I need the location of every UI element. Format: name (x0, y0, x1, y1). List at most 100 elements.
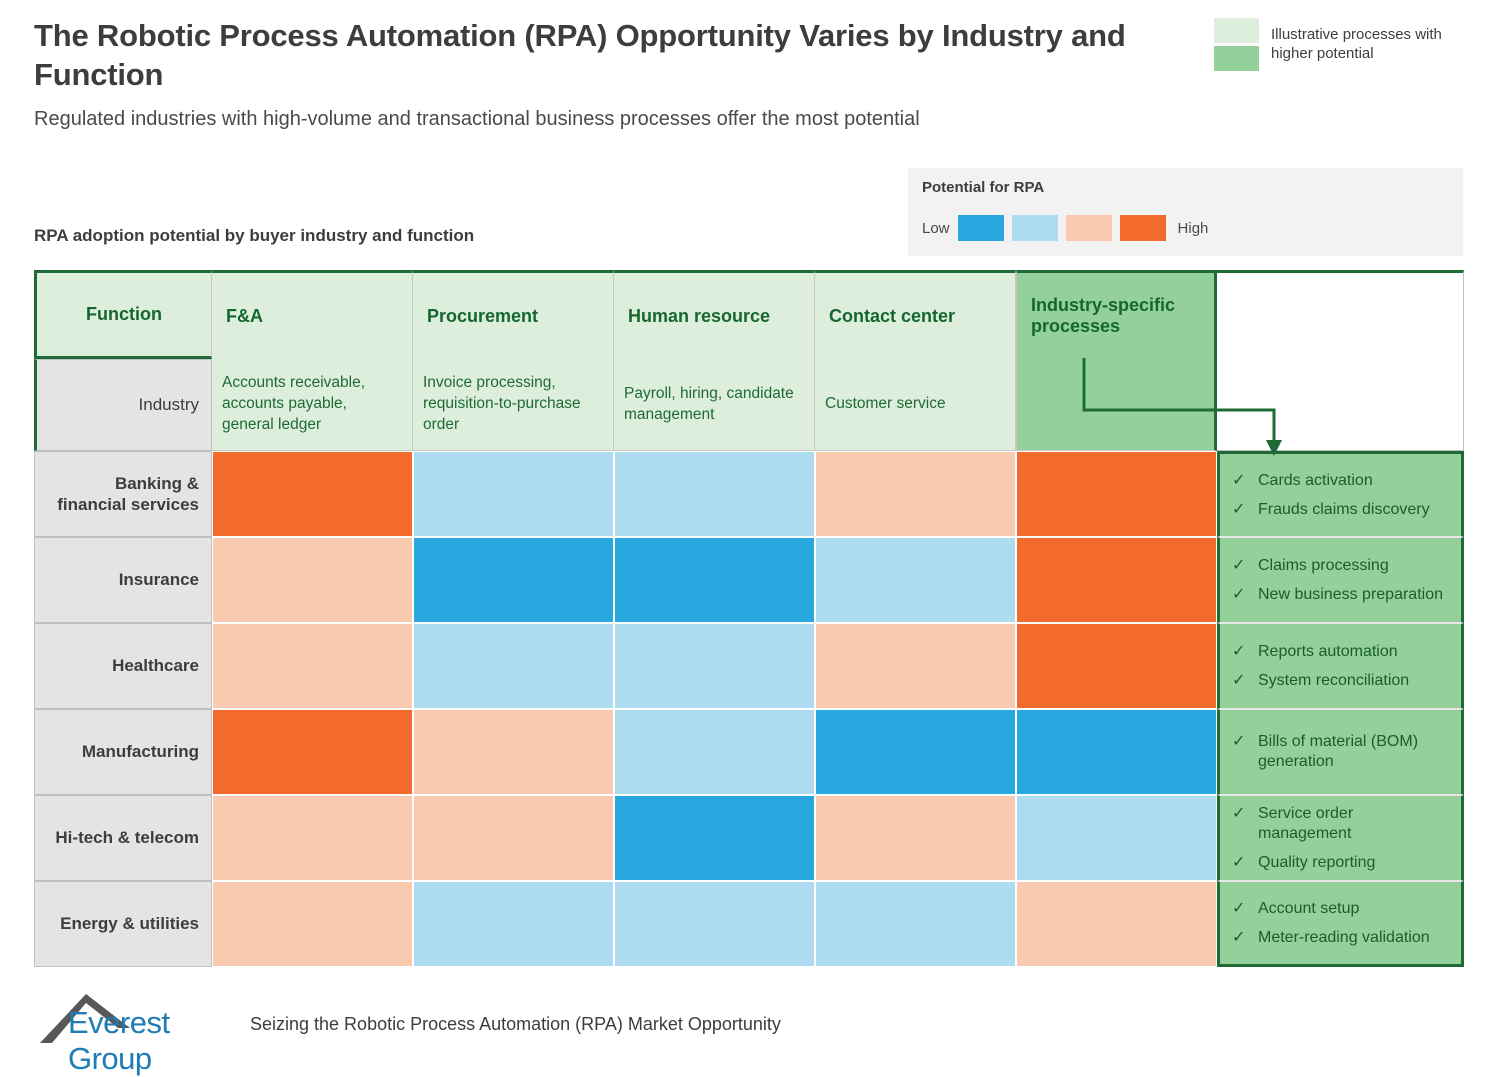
check-icon: ✓ (1232, 556, 1246, 574)
footer-caption: Seizing the Robotic Process Automation (… (250, 1014, 781, 1034)
heat-cell-r3-c4 (1016, 709, 1217, 795)
heat-cell-r3-c2 (614, 709, 815, 795)
legend-swatch-very-low (957, 215, 1004, 241)
heat-cell-r1-c1 (413, 537, 614, 623)
column-header-procurement: Procurement (413, 270, 614, 359)
industry-process-isp (1016, 359, 1217, 451)
process-list-item: ✓ Service order management (1232, 804, 1449, 844)
process-list-row-0: ✓ Cards activation ✓ Frauds claims discover… (1217, 451, 1464, 537)
column-header-isp: Industry-specific processes (1016, 270, 1217, 359)
check-icon: ✓ (1232, 671, 1246, 689)
legend-illustrative: Illustrative processes with higher poten… (1214, 8, 1464, 80)
heat-cell-r4-c0 (212, 795, 413, 881)
heat-cell-r3-c1 (413, 709, 614, 795)
process-list-item-label: Quality reporting (1258, 853, 1376, 871)
industry-process-procurement: Invoice processing, requisition-to-purch… (413, 359, 614, 451)
heat-cell-r4-c1 (413, 795, 614, 881)
heat-cell-r0-c1 (413, 451, 614, 537)
heat-cell-r2-c2 (614, 623, 815, 709)
heat-cell-r1-c3 (815, 537, 1016, 623)
process-list-item: ✓ Cards activation (1232, 471, 1449, 491)
process-list-item-label: System reconciliation (1258, 671, 1410, 689)
legend-swatch-light-green (1214, 17, 1259, 43)
heat-cell-r0-c0 (212, 451, 413, 537)
process-list-item-label: Reports automation (1258, 642, 1398, 660)
check-icon: ✓ (1232, 899, 1246, 917)
process-list-item-label: Cards activation (1258, 471, 1373, 489)
heat-cell-r1-c0 (212, 537, 413, 623)
column-header-label: Industry-specific processes (1031, 295, 1176, 336)
heat-cell-r1-c4 (1016, 537, 1217, 623)
legend-swatch-medium-green (1214, 45, 1259, 71)
process-list-item-label: Claims processing (1258, 556, 1389, 574)
legend-swatch-low (1011, 215, 1058, 241)
industry-process-text: Invoice processing, requisition-to-purch… (423, 374, 581, 433)
process-list-row-1: ✓ Claims processing ✓ New business preparat… (1217, 537, 1464, 623)
process-list-item: ✓ System reconciliation (1232, 671, 1449, 691)
row-label-healthcare: Healthcare (34, 623, 212, 709)
column-header-hr: Human resource (614, 270, 815, 359)
row-label-industry: Industry (34, 359, 212, 451)
heat-cell-r3-c0 (212, 709, 413, 795)
check-icon: ✓ (1232, 585, 1246, 603)
footer: Everest Group Seizing the Robotic Proces… (38, 988, 938, 1076)
section-label: RPA adoption potential by buyer industry… (34, 226, 475, 245)
legend-panel: Potential for RPA Low High (908, 168, 1463, 256)
page-subtitle: Regulated industries with high-volume an… (34, 108, 920, 130)
logo-wordmark: Everest Group (68, 1005, 170, 1076)
column-header-function: Function (34, 270, 212, 359)
process-list-item-label: Service order management (1258, 804, 1354, 842)
legend-swatch-high (1119, 215, 1166, 241)
process-list-row-2: ✓ Reports automation ✓ System reconciliatio… (1217, 623, 1464, 709)
heat-cell-r3-c3 (815, 709, 1016, 795)
industry-process-text: Customer service (825, 395, 946, 413)
process-list-item: ✓ Claims processing (1232, 556, 1449, 576)
process-list-item-label: New business preparation (1258, 585, 1443, 603)
process-list-item-label: Account setup (1258, 899, 1360, 917)
process-list-item: ✓ Quality reporting (1232, 853, 1449, 873)
legend-swatch-medium (1065, 215, 1112, 241)
legend-high-label: High (1177, 219, 1209, 237)
column-header-contact: Contact center (815, 270, 1016, 359)
heat-cell-r0-c3 (815, 451, 1016, 537)
column-header-label: Contact center (829, 305, 956, 326)
row-label-hi-tech-telecom: Hi-tech & telecom (34, 795, 212, 881)
industry-process-contact: Customer service (815, 359, 1016, 451)
column-header-label: Procurement (427, 305, 539, 326)
check-icon: ✓ (1232, 928, 1246, 946)
check-icon: ✓ (1232, 733, 1246, 750)
industry-process-hr: Payroll, hiring, candidate management (614, 359, 815, 451)
industry-process-text: Payroll, hiring, candidate management (624, 384, 794, 423)
process-list-item: ✓ Meter-reading validation (1232, 928, 1449, 948)
process-list-item: ✓ Frauds claims discovery (1232, 500, 1449, 520)
legend-scale: Low High (922, 215, 1208, 241)
heat-cell-r4-c3 (815, 795, 1016, 881)
industry-process-fa: Accounts receivable, accounts payable, g… (212, 359, 413, 451)
header-blank-cell (1217, 270, 1464, 451)
heat-cell-r2-c4 (1016, 623, 1217, 709)
process-list-item-label: Meter-reading validation (1258, 928, 1430, 946)
rpa-heatmap-table: Function F&A Procurement Human resource Cont… (34, 270, 1464, 978)
heat-cell-r1-c2 (614, 537, 815, 623)
process-list-item: ✓ Reports automation (1232, 642, 1449, 662)
industry-process-text: Accounts receivable, accounts payable, g… (222, 374, 366, 433)
check-icon: ✓ (1232, 804, 1246, 822)
heat-cell-r4-c4 (1016, 795, 1217, 881)
legend-title: Potential for RPA (922, 179, 1045, 196)
heat-cell-r2-c1 (413, 623, 614, 709)
heat-cell-r4-c2 (614, 795, 815, 881)
column-header-label: Function (86, 304, 162, 324)
check-icon: ✓ (1232, 500, 1246, 518)
process-list-item: ✓ Bills of material (BOM) generation (1232, 732, 1449, 772)
row-label-manufacturing: Manufacturing (34, 709, 212, 795)
heat-cell-r2-c3 (815, 623, 1016, 709)
everest-group-logo: Everest Group (38, 988, 214, 1076)
legend-illustrative-label: Illustrative processes with higher poten… (1271, 25, 1442, 62)
row-label-insurance: Insurance (34, 537, 212, 623)
process-list-item: ✓ New business preparation (1232, 585, 1449, 605)
row-label-energy-utilities: Energy & utilities (34, 881, 212, 967)
heat-cell-r2-c0 (212, 623, 413, 709)
heat-cell-r5-c3 (815, 881, 1016, 967)
process-list-row-5: ✓ Account setup ✓ Meter-reading validation (1217, 881, 1464, 967)
heat-cell-r0-c2 (614, 451, 815, 537)
